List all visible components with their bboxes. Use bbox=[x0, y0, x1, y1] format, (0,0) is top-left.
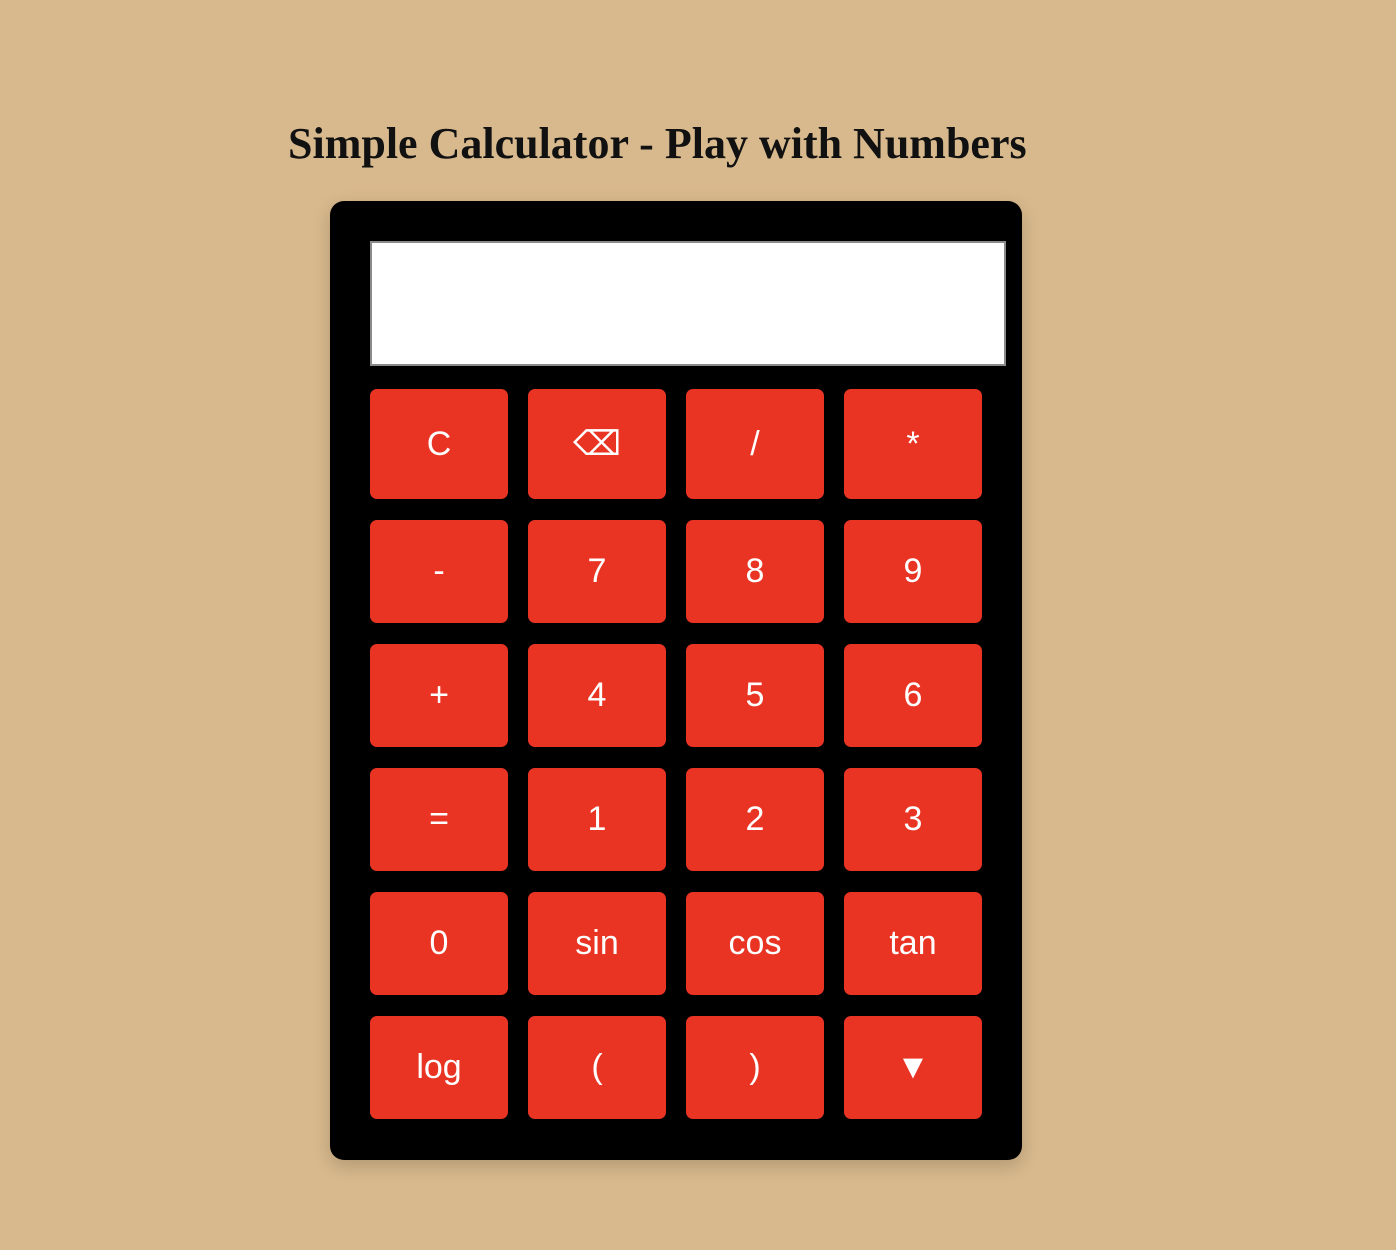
digit-8-button[interactable]: 8 bbox=[686, 520, 824, 623]
tan-button[interactable]: tan bbox=[844, 892, 982, 995]
multiply-button[interactable]: * bbox=[844, 389, 982, 499]
digit-2-button[interactable]: 2 bbox=[686, 768, 824, 871]
divide-button[interactable]: / bbox=[686, 389, 824, 499]
digit-6-button[interactable]: 6 bbox=[844, 644, 982, 747]
digit-3-button[interactable]: 3 bbox=[844, 768, 982, 871]
digit-4-button[interactable]: 4 bbox=[528, 644, 666, 747]
equals-button[interactable]: = bbox=[370, 768, 508, 871]
sin-button[interactable]: sin bbox=[528, 892, 666, 995]
digit-9-button[interactable]: 9 bbox=[844, 520, 982, 623]
page-title: Simple Calculator - Play with Numbers bbox=[288, 119, 1027, 168]
digit-5-button[interactable]: 5 bbox=[686, 644, 824, 747]
digit-1-button[interactable]: 1 bbox=[528, 768, 666, 871]
calculator: C ⌫ / * - 7 8 9 + 4 5 6 = 1 2 3 0 sin co… bbox=[330, 201, 1022, 1160]
backspace-button[interactable]: ⌫ bbox=[528, 389, 666, 499]
cos-button[interactable]: cos bbox=[686, 892, 824, 995]
digit-0-button[interactable]: 0 bbox=[370, 892, 508, 995]
subtract-button[interactable]: - bbox=[370, 520, 508, 623]
calculator-display[interactable] bbox=[370, 241, 1006, 366]
close-paren-button[interactable]: ) bbox=[686, 1016, 824, 1119]
add-button[interactable]: + bbox=[370, 644, 508, 747]
digit-7-button[interactable]: 7 bbox=[528, 520, 666, 623]
open-paren-button[interactable]: ( bbox=[528, 1016, 666, 1119]
expand-button[interactable]: ▼ bbox=[844, 1016, 982, 1119]
log-button[interactable]: log bbox=[370, 1016, 508, 1119]
clear-button[interactable]: C bbox=[370, 389, 508, 499]
page-title-container: Simple Calculator - Play with Numbers bbox=[288, 112, 1080, 176]
